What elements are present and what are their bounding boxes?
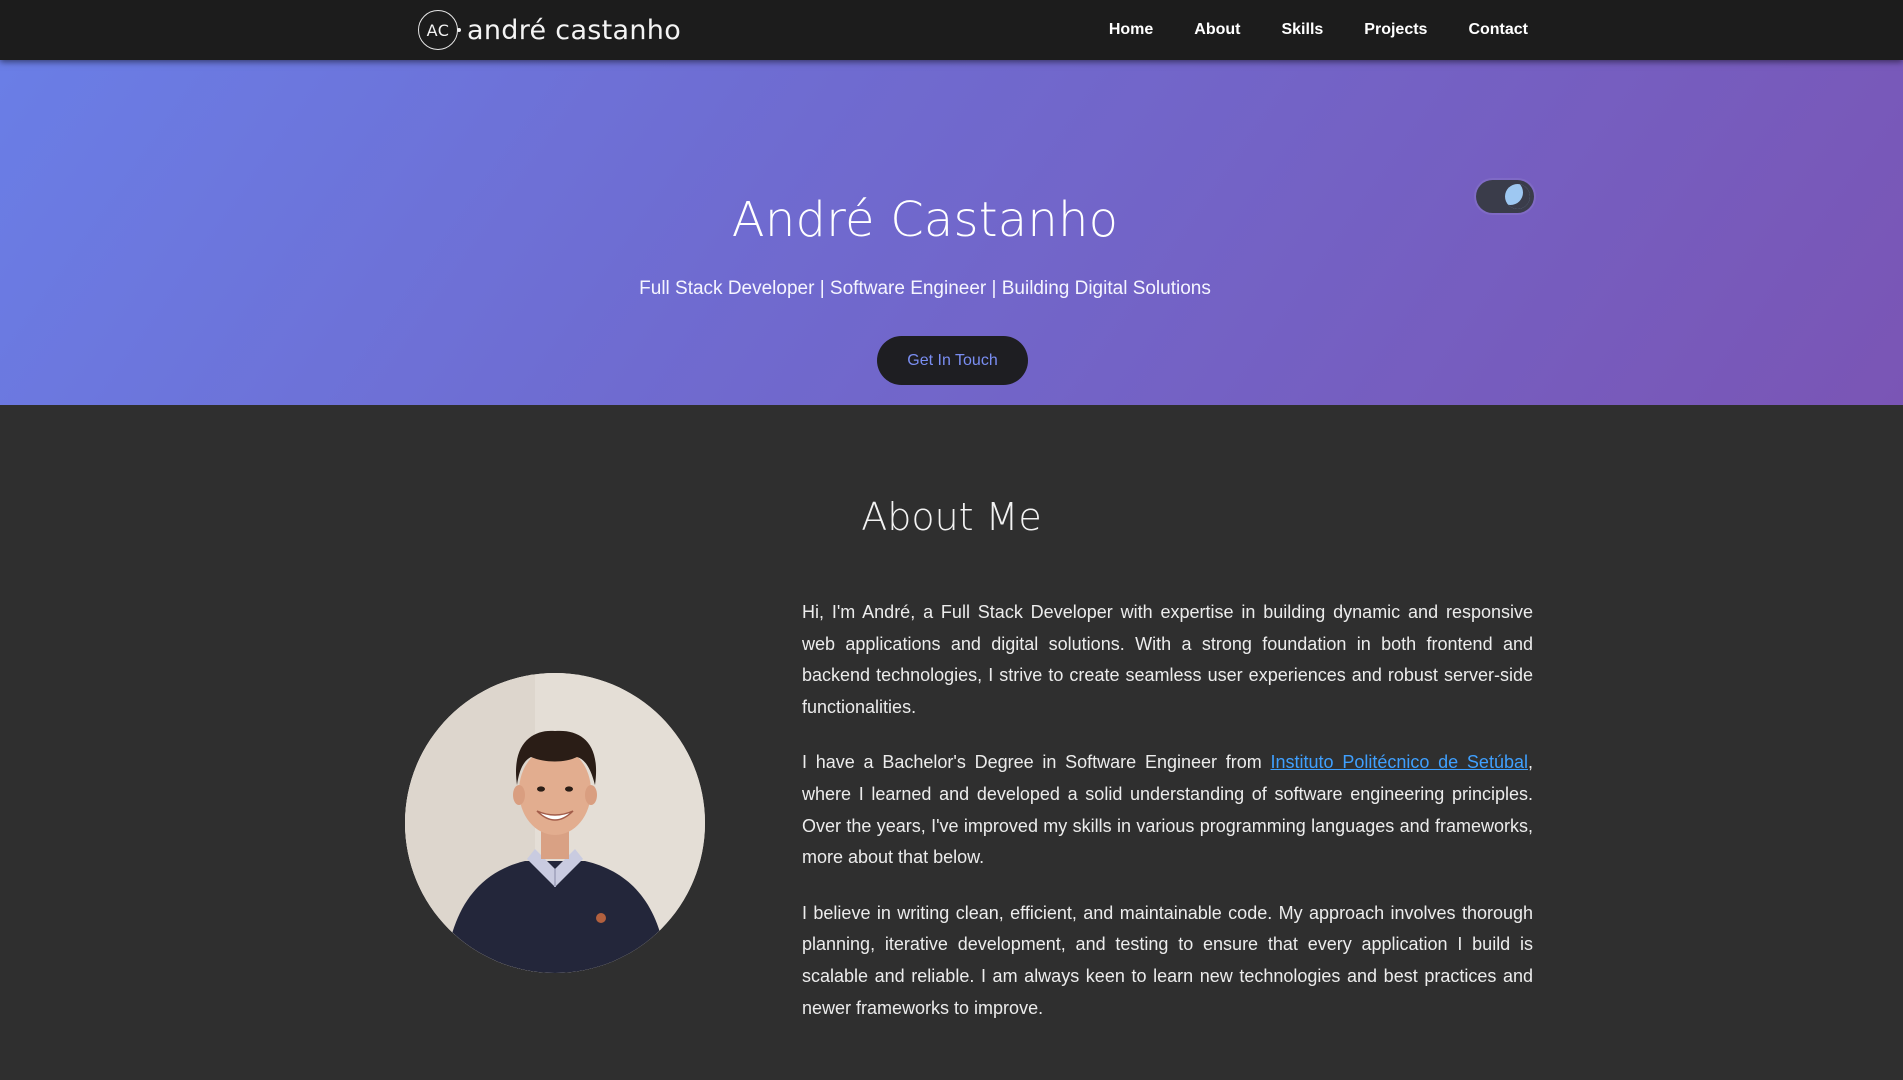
about-text: Hi, I'm André, a Full Stack Developer wi… bbox=[802, 597, 1533, 1048]
navbar: AC andré castanho Home About Skills Proj… bbox=[0, 0, 1903, 60]
hero-section: André Castanho Full Stack Developer | So… bbox=[0, 60, 1903, 405]
about-paragraph-1: Hi, I'm André, a Full Stack Developer wi… bbox=[802, 602, 1533, 717]
nav-link-contact[interactable]: Contact bbox=[1468, 21, 1528, 39]
nav-link-about[interactable]: About bbox=[1194, 21, 1240, 39]
nav-menu: Home About Skills Projects Contact bbox=[1109, 0, 1528, 60]
nav-link-home[interactable]: Home bbox=[1109, 21, 1153, 39]
nav-link-skills[interactable]: Skills bbox=[1281, 21, 1323, 39]
about-paragraph-2: I have a Bachelor's Degree in Software E… bbox=[802, 747, 1533, 873]
about-section: About Me Hi, I'm André, a Full Stack Dev… bbox=[0, 405, 1903, 1080]
logo-mark: AC bbox=[418, 10, 461, 50]
brand-name: andré castanho bbox=[467, 14, 682, 46]
nav-link-projects[interactable]: Projects bbox=[1364, 21, 1427, 39]
institution-link[interactable]: Instituto Politécnico de Setúbal bbox=[1271, 752, 1528, 772]
about-paragraph-2-text: I have a Bachelor's Degree in Software E… bbox=[802, 752, 1271, 773]
profile-photo-illustration bbox=[405, 673, 705, 973]
profile-photo bbox=[405, 673, 705, 973]
about-title: About Me bbox=[861, 495, 1042, 539]
brand-logo[interactable]: AC andré castanho bbox=[418, 9, 681, 51]
about-paragraph-3: I believe in writing clean, efficient, a… bbox=[802, 902, 1533, 1018]
hero-subtitle: Full Stack Developer | Software Engineer… bbox=[639, 278, 1211, 299]
get-in-touch-button[interactable]: Get In Touch bbox=[877, 336, 1028, 385]
hero-title: André Castanho bbox=[731, 192, 1119, 248]
